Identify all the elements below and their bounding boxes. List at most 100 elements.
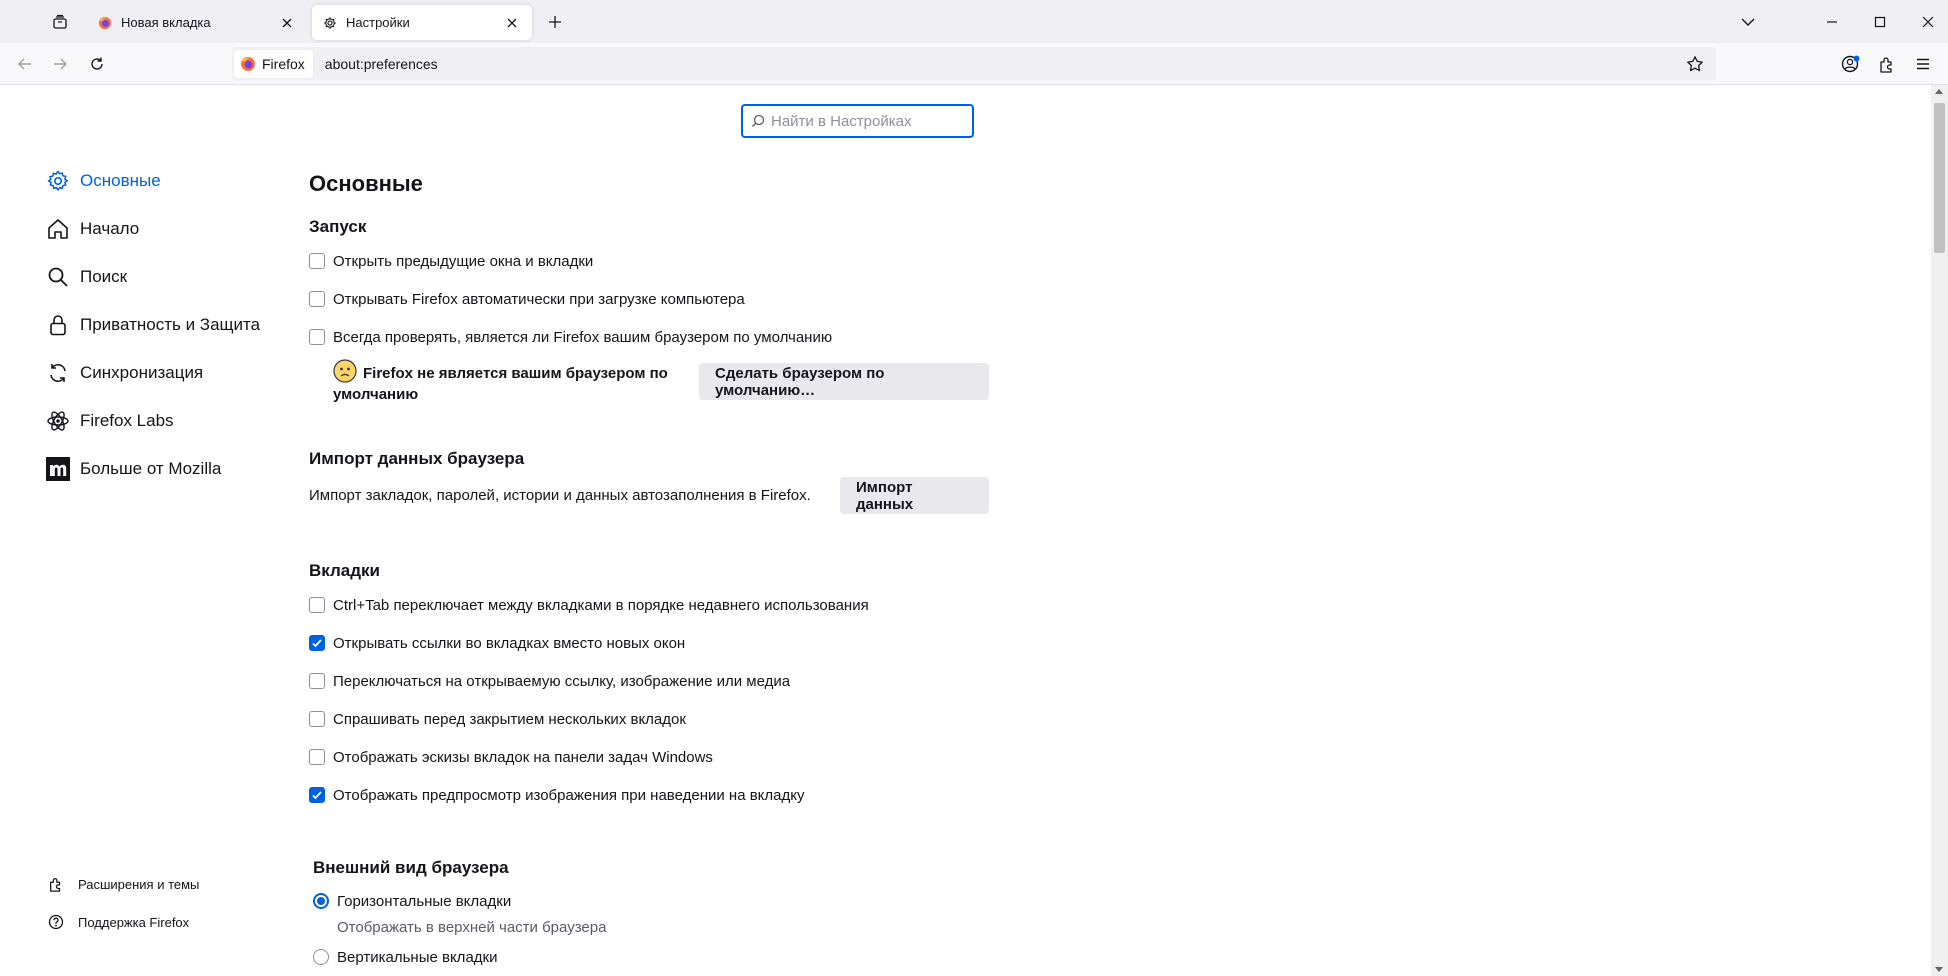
close-icon[interactable] bbox=[277, 13, 297, 33]
app-menu-button[interactable] bbox=[1910, 51, 1936, 77]
not-default-text: Firefox не является вашим браузером по у… bbox=[333, 365, 668, 403]
sidebar-item-label: Firefox Labs bbox=[80, 411, 174, 430]
tabs-option-taskbar-previews[interactable]: Отображать эскизы вкладок на панели зада… bbox=[309, 746, 713, 768]
url-bar[interactable]: Firefox about:preferences bbox=[232, 47, 1716, 81]
make-default-button[interactable]: Сделать браузером по умолчанию… bbox=[699, 363, 989, 400]
sad-face-icon bbox=[333, 359, 357, 383]
close-icon[interactable] bbox=[502, 13, 522, 33]
not-default-browser-note: Firefox не является вашим браузером по у… bbox=[333, 359, 673, 405]
checkbox[interactable] bbox=[309, 291, 325, 307]
import-data-button[interactable]: Импорт данных bbox=[840, 477, 989, 514]
search-icon bbox=[752, 114, 765, 127]
sidebar-item-firefox-labs[interactable]: Firefox Labs bbox=[46, 407, 174, 435]
firefox-icon bbox=[240, 56, 256, 72]
appearance-option-vertical-tabs[interactable]: Вертикальные вкладки bbox=[313, 946, 497, 968]
account-icon bbox=[1841, 55, 1860, 73]
sidebar-item-label: Основные bbox=[80, 171, 161, 190]
identity-label: Firefox bbox=[262, 56, 305, 72]
sidebar-item-sync[interactable]: Синхронизация bbox=[46, 359, 203, 387]
tab-groups-icon bbox=[53, 14, 67, 29]
sidebar-item-label: Начало bbox=[80, 219, 140, 238]
checkbox-checked[interactable] bbox=[309, 635, 325, 651]
option-label: Отображать эскизы вкладок на панели зада… bbox=[333, 748, 713, 766]
lock-icon bbox=[46, 313, 70, 337]
tab-groups-button[interactable] bbox=[46, 10, 74, 34]
tabs-option-open-links-in-tabs[interactable]: Открывать ссылки во вкладках вместо новы… bbox=[309, 632, 685, 654]
reload-icon bbox=[91, 57, 103, 70]
star-icon bbox=[1687, 56, 1703, 72]
option-label: Открывать ссылки во вкладках вместо новы… bbox=[333, 634, 686, 652]
tab-title: Новая вкладка bbox=[121, 15, 211, 30]
list-all-tabs-button[interactable] bbox=[1734, 8, 1762, 36]
checkbox[interactable] bbox=[309, 711, 325, 727]
new-tab-button[interactable] bbox=[543, 10, 567, 34]
sidebar-item-privacy[interactable]: Приватность и Защита bbox=[46, 311, 260, 339]
tabs-option-switch-to-new[interactable]: Переключаться на открываемую ссылку, изо… bbox=[309, 670, 790, 692]
sidebar-footer-label: Поддержка Firefox bbox=[78, 914, 190, 930]
help-icon bbox=[48, 914, 64, 930]
tabs-option-hover-preview[interactable]: Отображать предпросмотр изображения при … bbox=[309, 784, 805, 806]
puzzle-icon bbox=[1880, 57, 1892, 73]
maximize-button[interactable] bbox=[1866, 8, 1894, 36]
startup-option-default-check[interactable]: Всегда проверять, является ли Firefox ва… bbox=[309, 326, 832, 348]
sidebar-item-home[interactable]: Начало bbox=[46, 215, 139, 243]
chevron-down-icon bbox=[1741, 18, 1755, 26]
forward-button[interactable] bbox=[47, 51, 73, 77]
sidebar-item-label: Больше от Mozilla bbox=[80, 459, 222, 478]
gear-icon bbox=[322, 15, 338, 31]
gear-icon bbox=[46, 169, 70, 193]
checkbox-checked[interactable] bbox=[309, 787, 325, 803]
sidebar-item-label: Поиск bbox=[80, 267, 128, 286]
back-button[interactable] bbox=[12, 51, 38, 77]
labs-icon bbox=[46, 409, 70, 433]
startup-option-autostart[interactable]: Открывать Firefox автоматически при загр… bbox=[309, 288, 745, 310]
search-settings-input[interactable] bbox=[771, 112, 961, 130]
startup-option-restore-session[interactable]: Открыть предыдущие окна и вкладки bbox=[309, 250, 593, 272]
page-title: Основные bbox=[309, 171, 423, 196]
hamburger-icon bbox=[1917, 58, 1929, 70]
import-heading: Импорт данных браузера bbox=[309, 449, 525, 468]
option-label: Горизонтальные вкладки bbox=[337, 892, 512, 910]
url-text[interactable]: about:preferences bbox=[325, 56, 438, 72]
sidebar-item-search[interactable]: Поиск bbox=[46, 263, 127, 291]
sidebar-item-general[interactable]: Основные bbox=[46, 167, 161, 195]
appearance-heading: Внешний вид браузера bbox=[313, 858, 509, 877]
bookmark-star-button[interactable] bbox=[1684, 53, 1706, 75]
minimize-button[interactable] bbox=[1818, 8, 1846, 36]
sidebar-extensions-themes-link[interactable]: Расширения и темы bbox=[48, 873, 199, 895]
identity-box[interactable]: Firefox bbox=[234, 50, 313, 78]
scroll-down-arrow[interactable] bbox=[1935, 967, 1943, 972]
sidebar-footer-label: Расширения и темы bbox=[78, 876, 200, 892]
arrow-left-icon bbox=[18, 58, 31, 70]
checkbox[interactable] bbox=[309, 597, 325, 613]
horizontal-tabs-description: Отображать в верхней части браузера bbox=[337, 919, 607, 936]
checkbox[interactable] bbox=[309, 329, 325, 345]
search-settings-box[interactable] bbox=[741, 104, 974, 138]
account-button[interactable] bbox=[1838, 51, 1864, 77]
search-icon bbox=[46, 265, 70, 289]
sidebar-item-more-from-mozilla[interactable]: Больше от Mozilla bbox=[46, 455, 221, 483]
option-label: Отображать предпросмотр изображения при … bbox=[333, 786, 805, 804]
home-icon bbox=[46, 217, 70, 241]
navigation-toolbar: Firefox about:preferences bbox=[0, 43, 1948, 85]
scroll-up-arrow[interactable] bbox=[1935, 89, 1943, 94]
tabs-option-warn-close[interactable]: Спрашивать перед закрытием нескольких вк… bbox=[309, 708, 686, 730]
reload-button[interactable] bbox=[84, 51, 110, 77]
scrollbar[interactable] bbox=[1931, 85, 1948, 976]
appearance-option-horizontal-tabs[interactable]: Горизонтальные вкладки bbox=[313, 890, 511, 912]
sidebar-item-label: Синхронизация bbox=[80, 363, 204, 382]
checkbox[interactable] bbox=[309, 673, 325, 689]
extensions-button[interactable] bbox=[1874, 51, 1900, 77]
close-window-button[interactable] bbox=[1914, 8, 1942, 36]
tab-settings[interactable]: Настройки bbox=[312, 5, 532, 40]
sidebar-support-link[interactable]: Поддержка Firefox bbox=[48, 911, 189, 933]
maximize-icon bbox=[1874, 16, 1886, 28]
tabs-option-ctrl-tab[interactable]: Ctrl+Tab переключает между вкладками в п… bbox=[309, 594, 869, 616]
checkbox[interactable] bbox=[309, 749, 325, 765]
tab-strip: Новая вкладка Настройки bbox=[0, 0, 1948, 43]
checkbox[interactable] bbox=[309, 253, 325, 269]
tab-new-tab[interactable]: Новая вкладка bbox=[87, 5, 307, 40]
scrollbar-thumb[interactable] bbox=[1934, 103, 1945, 253]
radio-selected[interactable] bbox=[313, 893, 329, 909]
radio[interactable] bbox=[313, 949, 329, 965]
